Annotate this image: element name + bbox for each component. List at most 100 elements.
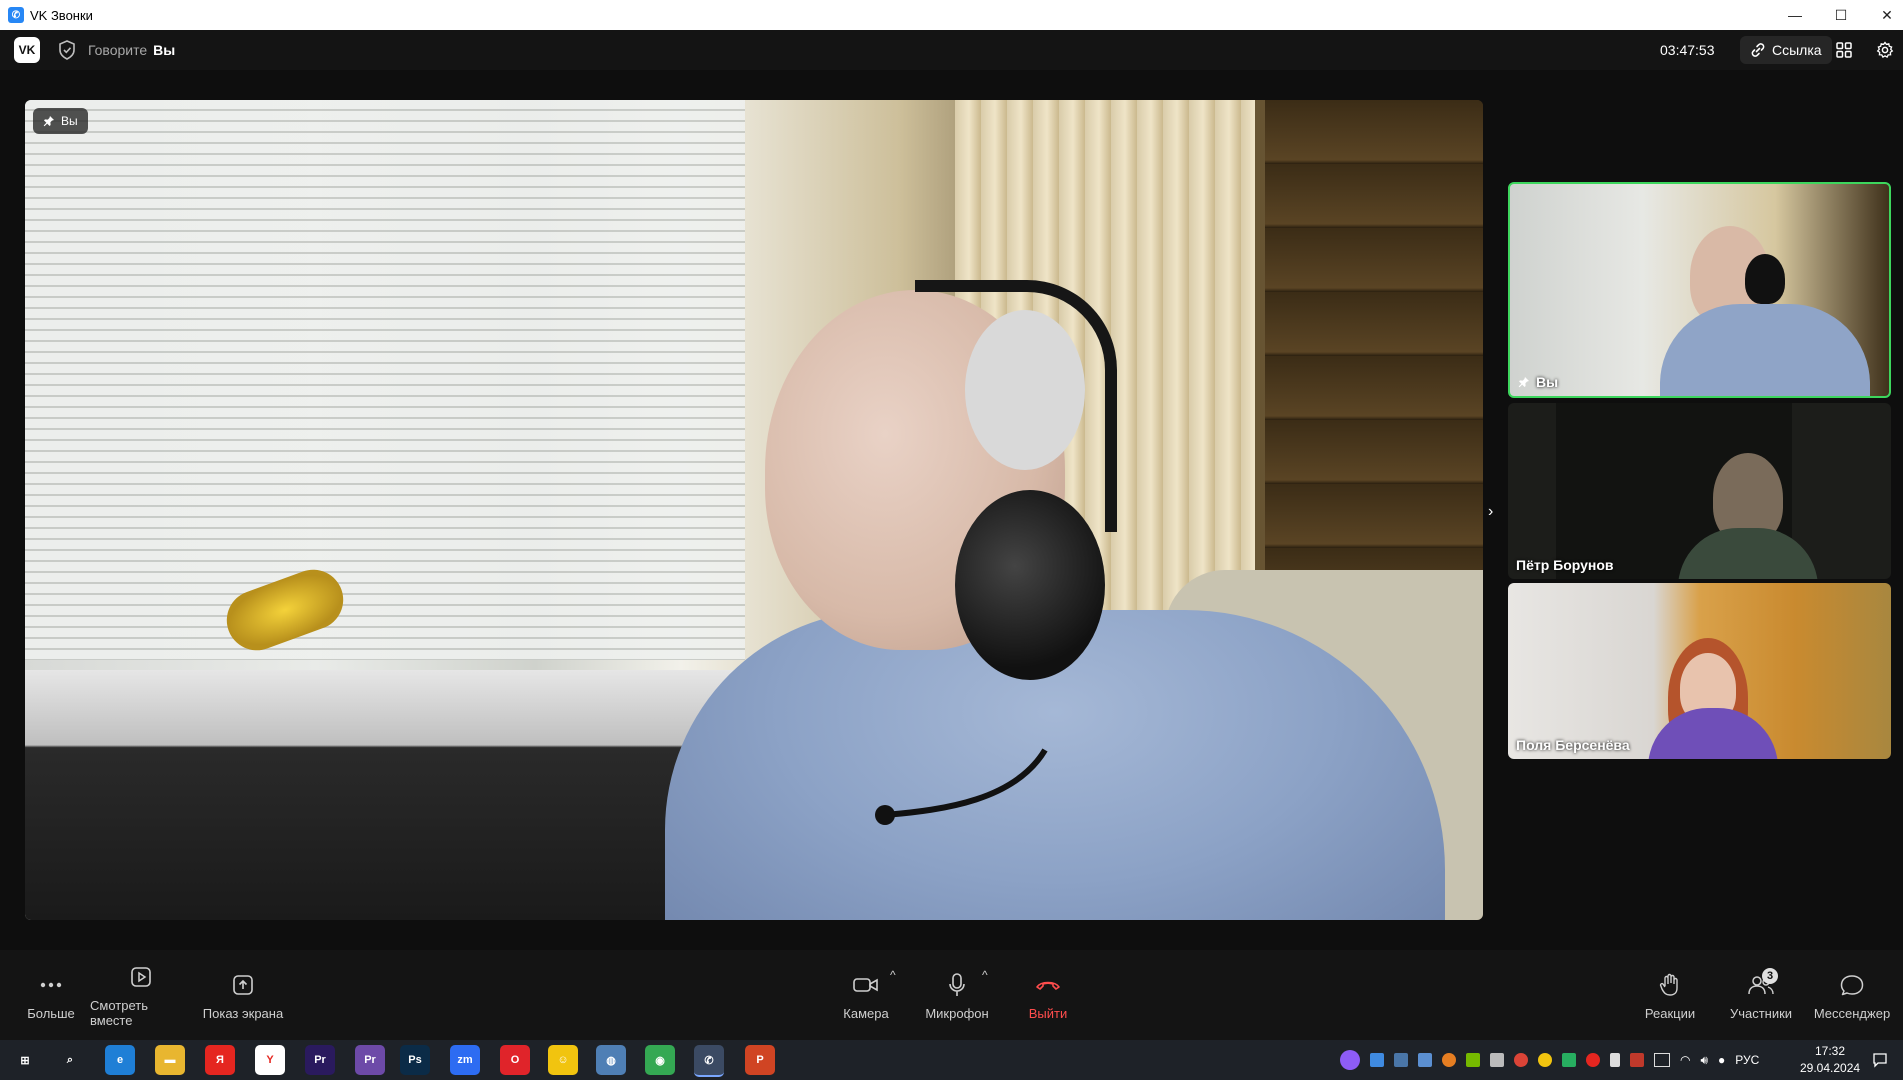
more-button[interactable]: Больше <box>25 950 77 1040</box>
tile-headphone-icon <box>1745 254 1785 304</box>
exit-label: Выйти <box>1028 1005 1068 1021</box>
alice-assistant-icon[interactable] <box>1340 1050 1360 1070</box>
tile-name: Поля Берсенёва <box>1516 737 1630 753</box>
tray-volume-icon[interactable]: 🔊︎ <box>1700 1053 1708 1068</box>
screen-share-button[interactable]: Показ экрана <box>202 950 284 1040</box>
watch-together-label: Смотреть вместе <box>90 998 148 1028</box>
more-dots-icon <box>36 970 66 1000</box>
smiley-app-icon[interactable]: ☺ <box>548 1045 578 1075</box>
tray-chrome-icon[interactable] <box>1514 1053 1528 1067</box>
copy-link-label: Ссылка <box>1772 42 1822 58</box>
call-timer: 03:47:53 <box>1660 42 1715 58</box>
speaking-name: Вы <box>153 42 176 58</box>
tray-microphone-icon[interactable]: ● <box>1718 1053 1725 1067</box>
chrome-icon[interactable]: ◉ <box>645 1045 675 1075</box>
call-controls-bar: Больше Смотреть вместе Показ экрана Каме… <box>0 950 1903 1040</box>
copy-link-button[interactable]: Ссылка <box>1740 36 1832 64</box>
speaking-label: Говорите <box>88 42 148 58</box>
tray-yandex-icon[interactable] <box>1586 1053 1600 1067</box>
tray-usb-icon[interactable] <box>1610 1053 1620 1067</box>
camera-options-chevron-icon[interactable]: ^ <box>890 968 896 982</box>
yandex-icon[interactable]: Я <box>205 1045 235 1075</box>
shield-icon[interactable] <box>58 40 76 60</box>
pin-icon <box>43 116 54 127</box>
video-background-blinds <box>25 100 745 660</box>
microphone-label: Микрофон <box>925 1005 989 1021</box>
zoom-icon[interactable]: zm <box>450 1045 480 1075</box>
watch-together-icon <box>126 962 156 992</box>
tray-display-icon[interactable] <box>1654 1053 1670 1067</box>
participants-label: Участники <box>1729 1005 1793 1021</box>
opera-icon[interactable]: O <box>500 1045 530 1075</box>
premiere-rush-icon[interactable]: Pr <box>355 1045 385 1075</box>
tray-app3-icon[interactable] <box>1562 1053 1576 1067</box>
maximize-button[interactable]: ☐ <box>1818 0 1864 30</box>
microphone-button[interactable]: Микрофон <box>922 950 992 1040</box>
edge-icon[interactable]: e <box>105 1045 135 1075</box>
tray-wifi-icon[interactable]: ◠ <box>1680 1053 1690 1067</box>
vk-calls-icon[interactable]: ✆ <box>694 1045 724 1077</box>
tray-defender-icon[interactable] <box>1630 1053 1644 1067</box>
microphone-icon <box>942 970 972 1000</box>
main-video[interactable]: Вы <box>25 100 1483 920</box>
main-video-name: Вы <box>61 114 78 128</box>
windows-start-icon[interactable]: ⊞ <box>10 1045 40 1075</box>
notifications-icon[interactable] <box>1872 1040 1888 1080</box>
vk-logo-icon: VK <box>14 37 40 63</box>
tray-nvidia-icon[interactable] <box>1466 1053 1480 1067</box>
reactions-label: Реакции <box>1644 1005 1696 1021</box>
tile-person-shirt <box>1660 304 1870 396</box>
tray-network-icon[interactable] <box>1490 1053 1504 1067</box>
messenger-button[interactable]: Мессенджер <box>1812 950 1892 1040</box>
window-title: VK Звонки <box>30 7 93 23</box>
microphone-options-chevron-icon[interactable]: ^ <box>982 968 988 982</box>
tray-app-icon[interactable] <box>1442 1053 1456 1067</box>
participant-tile-2[interactable]: Пётр Борунов <box>1508 403 1891 579</box>
video-desk-printer <box>25 670 745 920</box>
exit-call-button[interactable]: Выйти <box>1025 950 1071 1040</box>
camera-label: Камера <box>843 1005 889 1021</box>
screen-share-icon <box>228 970 258 1000</box>
system-tray: ◠ 🔊︎ ● РУС <box>1340 1040 1759 1080</box>
tile-name: Вы <box>1536 374 1559 390</box>
participants-count-badge: 3 <box>1762 968 1778 984</box>
call-stage: Вы › Вы Пётр Борунов Поля Берсенёва <box>0 70 1903 950</box>
search-icon[interactable]: ⌕ <box>55 1045 85 1075</box>
close-button[interactable]: ✕ <box>1864 0 1903 30</box>
taskbar-date: 29.04.2024 <box>1800 1061 1861 1075</box>
globe-app-icon[interactable]: ◍ <box>596 1045 626 1075</box>
more-label: Больше <box>27 1005 75 1021</box>
photoshop-icon[interactable]: Ps <box>400 1045 430 1075</box>
participant-tile-self[interactable]: Вы <box>1508 182 1891 398</box>
camera-icon <box>851 970 881 1000</box>
camera-button[interactable]: Камера <box>840 950 892 1040</box>
collapse-sidebar-chevron-icon[interactable]: › <box>1488 503 1500 520</box>
tray-vk-icon[interactable] <box>1394 1053 1408 1067</box>
vk-calls-app-icon: ✆ <box>8 7 24 23</box>
tile-name-badge: Поля Берсенёва <box>1516 737 1630 753</box>
messenger-chat-icon <box>1837 970 1867 1000</box>
reactions-button[interactable]: Реакции <box>1642 950 1698 1040</box>
tray-cloud-icon[interactable] <box>1418 1053 1432 1067</box>
layout-grid-icon[interactable] <box>1832 38 1856 62</box>
tile-name-badge: Пётр Борунов <box>1516 557 1614 573</box>
tray-language[interactable]: РУС <box>1735 1053 1759 1067</box>
link-icon <box>1751 43 1765 57</box>
hand-reaction-icon <box>1655 970 1685 1000</box>
taskbar-clock[interactable]: 17:32 29.04.2024 <box>1800 1043 1860 1077</box>
explorer-icon[interactable]: ▬ <box>155 1045 185 1075</box>
yandex-browser-icon[interactable]: Y <box>255 1045 285 1075</box>
powerpoint-icon[interactable]: P <box>745 1045 775 1075</box>
tile-name: Пётр Борунов <box>1516 557 1614 573</box>
minimize-button[interactable]: — <box>1772 0 1818 30</box>
tray-mail-icon[interactable] <box>1370 1053 1384 1067</box>
participants-button[interactable]: Участники <box>1728 950 1794 1040</box>
main-video-name-badge: Вы <box>33 108 88 134</box>
premiere-icon[interactable]: Pr <box>305 1045 335 1075</box>
messenger-label: Мессенджер <box>1813 1005 1891 1021</box>
settings-gear-icon[interactable] <box>1873 38 1897 62</box>
speaking-indicator: Говорите Вы <box>88 42 175 58</box>
tray-app2-icon[interactable] <box>1538 1053 1552 1067</box>
participant-tile-3[interactable]: Поля Берсенёва <box>1508 583 1891 759</box>
watch-together-button[interactable]: Смотреть вместе <box>90 950 192 1040</box>
